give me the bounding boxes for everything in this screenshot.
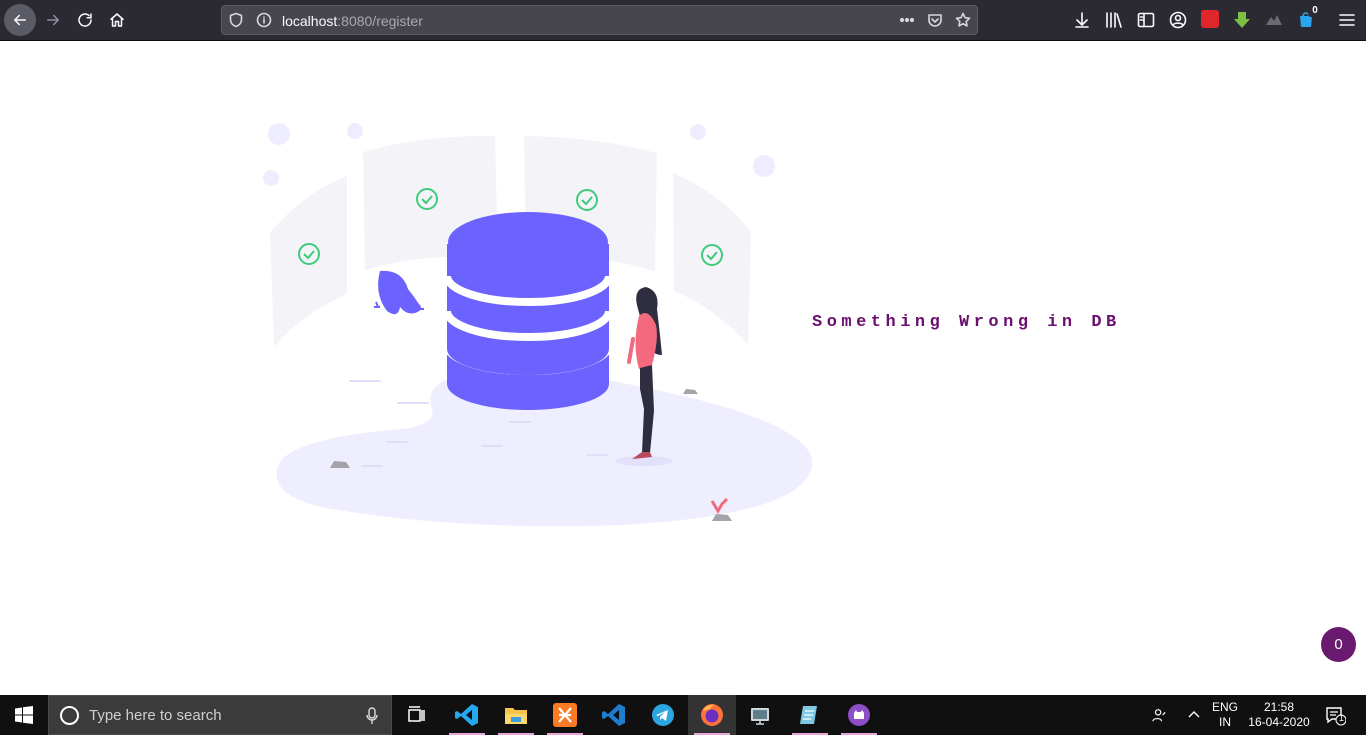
library-icon[interactable] [1104,10,1124,30]
bookmark-star-icon[interactable] [955,12,971,28]
editor-app-icon [800,706,817,724]
tray-chevron-up-icon[interactable] [1182,695,1206,735]
start-button[interactable] [0,695,48,735]
utility-app-icon [751,708,769,725]
extension-download-arrow-icon[interactable] [1233,11,1251,29]
taskbar-clock[interactable]: 21:58 16-04-2020 [1248,695,1310,735]
sidebar-icon[interactable] [1136,10,1156,30]
account-icon[interactable] [1168,10,1188,30]
task-view-button[interactable] [392,695,440,735]
taskbar-app-firefox[interactable] [688,695,736,735]
windows-logo-icon [15,706,33,724]
pocket-icon[interactable] [927,12,943,28]
cortana-icon [60,706,79,725]
telegram-icon [652,704,674,726]
windows-taskbar: Type here to search ENG IN 21:58 16-04-2… [0,695,1366,735]
clock-time: 21:58 [1263,700,1295,714]
language-code: ENG [1211,700,1238,714]
url-bar[interactable]: localhost:8080/register [221,5,978,35]
tracking-shield-icon[interactable] [228,12,244,28]
firefox-icon [701,704,723,726]
taskbar-search-box[interactable]: Type here to search [48,695,392,735]
arrow-left-icon [14,14,26,26]
taskbar-app-utility[interactable] [737,695,785,735]
arrow-right-icon [47,14,59,26]
extension-red-icon[interactable] [1201,10,1219,28]
home-button[interactable] [101,4,133,36]
taskbar-app-vscode[interactable] [443,695,491,735]
taskbar-app-xampp[interactable] [541,695,589,735]
taskbar-app-vscode-insiders[interactable] [590,695,638,735]
clock-date: 16-04-2020 [1248,715,1310,729]
forward-button[interactable] [37,4,69,36]
action-center-button[interactable]: 1 [1316,695,1354,735]
reload-button[interactable] [69,4,101,36]
reload-icon [78,13,92,27]
page-content: Something Wrong in DB 0 [0,41,1366,695]
error-message: Something Wrong in DB [812,313,1121,332]
task-view-icon [408,706,425,722]
taskbar-search-placeholder: Type here to search [89,707,222,724]
language-region: IN [1219,715,1231,729]
url-text[interactable]: localhost:8080/register [282,13,423,29]
downloads-icon[interactable] [1072,10,1092,30]
counter-badge-button[interactable]: 0 [1321,627,1356,662]
xampp-icon [553,703,577,727]
vscode-insiders-icon [602,704,625,726]
extension-badge: 0 [1308,5,1322,17]
taskbar-app-github-desktop[interactable] [835,695,883,735]
people-icon[interactable] [1146,695,1172,735]
language-indicator[interactable]: ENG IN [1206,695,1244,735]
folder-icon [505,708,527,724]
github-desktop-icon [848,704,870,726]
taskbar-app-telegram[interactable] [639,695,687,735]
notification-count: 1 [1339,713,1345,723]
taskbar-app-file-explorer[interactable] [492,695,540,735]
database-illustration [263,123,813,527]
url-host: localhost [282,13,338,29]
browser-toolbar: localhost:8080/register 0 [0,0,1366,41]
vscode-icon [455,704,478,726]
page-actions-icon[interactable] [899,12,915,28]
taskbar-app-editor[interactable] [786,695,834,735]
menu-icon[interactable] [1337,10,1357,30]
url-path: :8080/register [337,13,423,29]
site-info-icon[interactable] [256,12,272,28]
home-icon [110,13,124,27]
microphone-icon[interactable] [365,707,379,725]
back-button[interactable] [4,4,36,36]
extension-mountain-icon[interactable] [1265,10,1283,28]
